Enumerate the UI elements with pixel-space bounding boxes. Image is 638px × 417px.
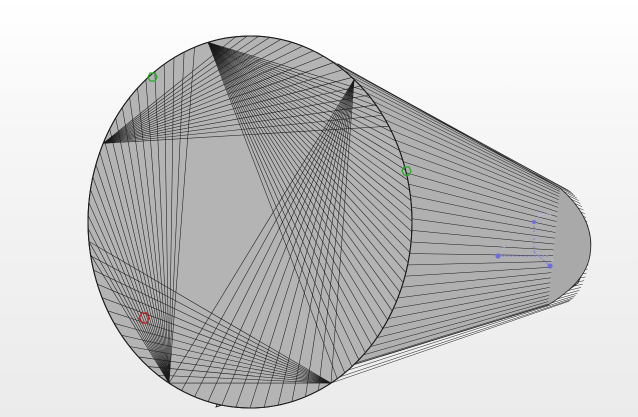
cone-mesh-scene[interactable]: Work z x	[0, 0, 638, 417]
triad-z-handle[interactable]	[495, 253, 501, 259]
triad-origin-handle[interactable]	[532, 220, 536, 224]
triad-label-left: z	[502, 245, 505, 252]
triad-label-right: x	[551, 257, 555, 264]
triad-x-handle[interactable]	[547, 263, 553, 269]
3d-viewport[interactable]: Work z x	[0, 0, 638, 417]
triad-label-top: Work	[537, 212, 553, 219]
